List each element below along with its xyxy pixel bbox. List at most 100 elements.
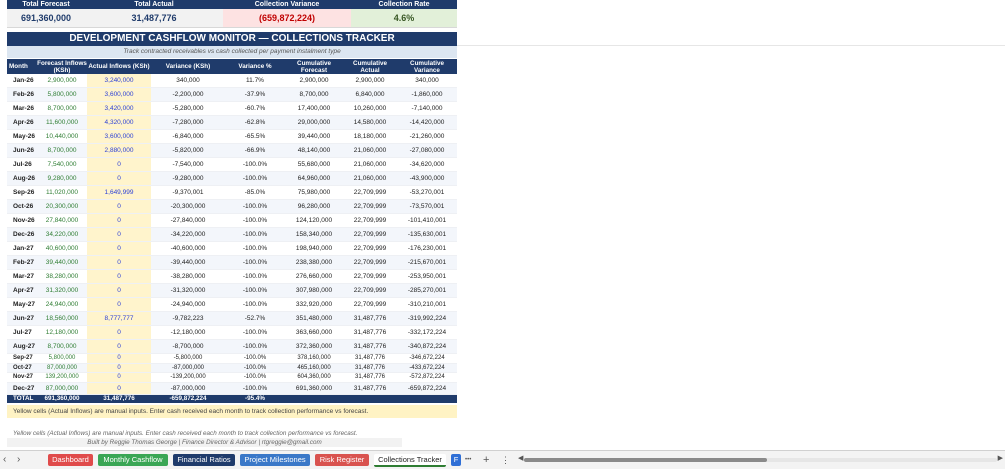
cell-cum-forecast[interactable]: 75,980,000	[285, 185, 343, 200]
cell-forecast[interactable]: 34,220,000	[37, 227, 87, 242]
cell-cum-variance[interactable]: -332,172,224	[397, 325, 457, 340]
cell-actual[interactable]: 0	[87, 199, 151, 214]
cell-month[interactable]: Jun-27	[7, 311, 37, 326]
cell-month[interactable]: Apr-27	[7, 283, 37, 298]
cell-cum-variance[interactable]: -433,672,224	[397, 363, 457, 373]
cell-month[interactable]: Oct-27	[7, 363, 37, 373]
cell-cum-forecast[interactable]: 363,660,000	[285, 325, 343, 340]
cell-actual[interactable]: 4,320,000	[87, 115, 151, 130]
cell-month[interactable]: Mar-27	[7, 269, 37, 284]
kpi-value-total-forecast[interactable]: 691,360,000	[7, 9, 85, 28]
cell-cum-actual[interactable]: 22,709,999	[343, 185, 397, 200]
cell-cum-variance[interactable]: -215,670,001	[397, 255, 457, 270]
cell-month[interactable]: Mar-26	[7, 101, 37, 116]
cell-actual[interactable]: 2,880,000	[87, 143, 151, 158]
cell-cum-actual[interactable]: 21,060,000	[343, 171, 397, 186]
cell-cum-actual[interactable]: 31,487,776	[343, 311, 397, 326]
cell-cum-forecast[interactable]: 351,480,000	[285, 311, 343, 326]
kpi-value-collection-rate[interactable]: 4.6%	[351, 9, 457, 28]
cell-variance[interactable]: -9,370,001	[151, 185, 225, 200]
cell-cum-forecast[interactable]: 8,700,000	[285, 87, 343, 102]
cell-variance-pct[interactable]: -65.5%	[225, 129, 285, 144]
cell-cum-variance[interactable]: -659,872,224	[397, 382, 457, 395]
cell-month[interactable]: Aug-27	[7, 339, 37, 354]
cell-actual[interactable]: 0	[87, 325, 151, 340]
cell-forecast[interactable]: 20,300,000	[37, 199, 87, 214]
cell-variance[interactable]: 340,000	[151, 74, 225, 88]
cell-cum-forecast[interactable]: 2,900,000	[285, 74, 343, 88]
cell-variance-pct[interactable]: -100.0%	[225, 255, 285, 270]
cell-forecast[interactable]: 87,000,000	[37, 363, 87, 373]
cell-actual[interactable]: 0	[87, 255, 151, 270]
cell-forecast[interactable]: 31,320,000	[37, 283, 87, 298]
cell-actual[interactable]: 0	[87, 227, 151, 242]
cell-forecast[interactable]: 40,600,000	[37, 241, 87, 256]
cell-cum-variance[interactable]: -135,630,001	[397, 227, 457, 242]
cell-month[interactable]: Oct-26	[7, 199, 37, 214]
tab-financial-ratios[interactable]: Financial Ratios	[173, 454, 235, 466]
cell-forecast[interactable]: 5,800,000	[37, 353, 87, 364]
cell-variance-pct[interactable]: -100.0%	[225, 199, 285, 214]
author-credit[interactable]: Built by Reggie Thomas George | Finance …	[7, 438, 402, 447]
cell-variance-pct[interactable]: -85.0%	[225, 185, 285, 200]
cell-month[interactable]: Jan-27	[7, 241, 37, 256]
cell-cum-variance[interactable]: -34,620,000	[397, 157, 457, 172]
cell-variance[interactable]: -5,280,000	[151, 101, 225, 116]
cell-forecast[interactable]: 9,280,000	[37, 171, 87, 186]
cell-variance-pct[interactable]: -100.0%	[225, 269, 285, 284]
col-header-cum-variance[interactable]: Cumulative Variance	[397, 59, 457, 74]
cell-cum-actual[interactable]: 21,060,000	[343, 157, 397, 172]
next-sheet-icon[interactable]: ›	[17, 452, 20, 468]
cell-month[interactable]: May-27	[7, 297, 37, 312]
cell-variance-pct[interactable]: -62.8%	[225, 115, 285, 130]
cell-actual[interactable]: 8,777,777	[87, 311, 151, 326]
cell-cum-actual[interactable]: 31,487,776	[343, 363, 397, 373]
cell-cum-actual[interactable]: 18,180,000	[343, 129, 397, 144]
cell-forecast[interactable]: 7,540,000	[37, 157, 87, 172]
cell-cum-actual[interactable]: 21,060,000	[343, 143, 397, 158]
cell-actual[interactable]: 0	[87, 353, 151, 364]
cell-cum-actual[interactable]: 6,840,000	[343, 87, 397, 102]
cell-variance-pct[interactable]: -100.0%	[225, 325, 285, 340]
instruction-note[interactable]: Yellow cells (Actual Inflows) are manual…	[7, 405, 457, 418]
cell-cum-forecast[interactable]: 691,360,000	[285, 382, 343, 395]
cell-variance[interactable]: -31,320,000	[151, 283, 225, 298]
cell-variance[interactable]: -20,300,000	[151, 199, 225, 214]
cell-cum-actual[interactable]: 31,487,776	[343, 325, 397, 340]
cell-cum-actual[interactable]: 31,487,776	[343, 339, 397, 354]
cell-actual[interactable]: 0	[87, 241, 151, 256]
cell-cum-forecast[interactable]: 238,380,000	[285, 255, 343, 270]
tab-dashboard[interactable]: Dashboard	[48, 454, 93, 466]
cell-cum-actual[interactable]: 22,709,999	[343, 297, 397, 312]
cell-cum-forecast[interactable]: 198,940,000	[285, 241, 343, 256]
cell-cum-forecast[interactable]: 29,000,000	[285, 115, 343, 130]
cell-variance-pct[interactable]: -52.7%	[225, 311, 285, 326]
cell-month[interactable]: Sep-26	[7, 185, 37, 200]
cell-variance-pct[interactable]: 11.7%	[225, 74, 285, 88]
cell-variance[interactable]: -27,840,000	[151, 213, 225, 228]
cell-cum-variance[interactable]: -101,410,001	[397, 213, 457, 228]
cell-variance-pct[interactable]: -100.0%	[225, 241, 285, 256]
cell-actual[interactable]: 3,600,000	[87, 87, 151, 102]
scroll-right-icon[interactable]: ▶	[998, 454, 1003, 462]
scroll-left-icon[interactable]: ◀	[518, 454, 523, 462]
cell-forecast[interactable]: 8,700,000	[37, 143, 87, 158]
col-header-actual[interactable]: Actual Inflows (KSh)	[87, 59, 151, 74]
cell-month[interactable]: Nov-27	[7, 372, 37, 383]
cell-actual[interactable]: 0	[87, 283, 151, 298]
cell-cum-actual[interactable]: 22,709,999	[343, 255, 397, 270]
cell-variance[interactable]: -2,200,000	[151, 87, 225, 102]
cell-forecast[interactable]: 18,560,000	[37, 311, 87, 326]
cell-cum-forecast[interactable]: 64,960,000	[285, 171, 343, 186]
cell-cum-forecast[interactable]: 372,360,000	[285, 339, 343, 354]
col-header-variance-pct[interactable]: Variance %	[225, 59, 285, 74]
cell-cum-forecast[interactable]: 158,340,000	[285, 227, 343, 242]
cell-cum-actual[interactable]: 31,487,776	[343, 353, 397, 364]
cell-variance[interactable]: -5,800,000	[151, 353, 225, 364]
total-forecast[interactable]: 691,360,000	[37, 394, 87, 403]
cell-variance-pct[interactable]: -100.0%	[225, 382, 285, 395]
cell-forecast[interactable]: 87,000,000	[37, 382, 87, 395]
cell-variance-pct[interactable]: -66.9%	[225, 143, 285, 158]
cell-month[interactable]: May-26	[7, 129, 37, 144]
cell-variance-pct[interactable]: -100.0%	[225, 363, 285, 373]
